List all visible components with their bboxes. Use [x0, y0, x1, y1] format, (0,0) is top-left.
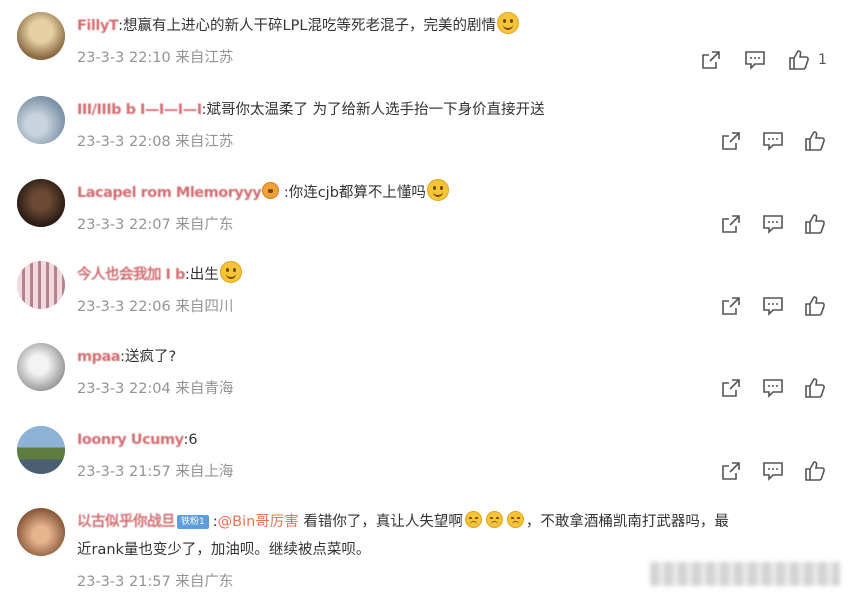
comment-icon[interactable] — [744, 49, 766, 71]
comment-actions — [700, 212, 826, 236]
comment-icon[interactable] — [762, 130, 784, 152]
comment-meta: 23-3-3 21:57 来自广东 — [77, 570, 233, 591]
share-icon[interactable] — [700, 49, 722, 71]
like-count: 1 — [818, 52, 827, 68]
thumbs-up-icon[interactable] — [804, 460, 826, 482]
username-link[interactable]: 以古似乎你战旦 — [77, 514, 176, 530]
blurred-watermark — [650, 562, 840, 586]
avatar[interactable] — [17, 96, 65, 144]
smile-emoji-icon — [496, 12, 519, 34]
share-icon[interactable] — [720, 130, 742, 152]
share-icon[interactable] — [720, 295, 742, 317]
comment-content: Lacapel rom Mlemoryyy :你连cjb都算不上懂吗 — [77, 179, 817, 207]
sad-emoji-icon — [485, 511, 503, 528]
comment-icon[interactable] — [762, 460, 784, 482]
comment-text: 近rank量也变少了，加油呗。继续被点菜呗。 — [77, 542, 371, 558]
username-link[interactable]: FillyT — [77, 18, 119, 34]
comment-content: III/IIIb b I—I—I—I:斌哥你太温柔了 为了给新人选手抬一下身价直… — [77, 96, 817, 124]
username-link[interactable]: mpaa — [77, 349, 121, 365]
timestamp: 23-3-3 22:06 — [77, 299, 171, 315]
comment-icon[interactable] — [762, 295, 784, 317]
comment-actions: 1 — [680, 48, 827, 72]
thumbs-up-icon[interactable] — [804, 377, 826, 399]
avatar[interactable] — [17, 508, 65, 556]
comment-content: 今人也会我加 I b:出生 — [77, 261, 817, 289]
comment-meta: 23-3-3 22:07 来自广东 — [77, 213, 233, 234]
comment-text: :送疯了? — [120, 349, 177, 365]
avatar[interactable] — [17, 343, 65, 391]
thumbs-up-icon[interactable] — [804, 295, 826, 317]
timestamp: 23-3-3 21:57 — [77, 464, 171, 480]
username-link[interactable]: Ioonry Ucumy — [77, 432, 184, 448]
share-icon[interactable] — [720, 213, 742, 235]
comment-meta: 23-3-3 22:04 来自青海 — [77, 377, 233, 398]
comment-list: FillyT:想赢有上进心的新人干碎LPL混吃等死老混子，完美的剧情 23-3-… — [0, 0, 849, 605]
comment-actions — [700, 459, 826, 483]
sad-emoji-icon — [464, 511, 482, 528]
location: 来自广东 — [175, 574, 234, 590]
timestamp: 23-3-3 22:07 — [77, 217, 171, 233]
location: 来自江苏 — [175, 50, 234, 66]
avatar[interactable] — [17, 179, 65, 227]
comment-actions — [700, 294, 826, 318]
comment-content: 以古似乎你战旦 铁粉1:@Bin哥厉害 看错你了，真让人失望啊 ，不敢拿酒桶凯南打武… — [77, 508, 817, 564]
username-link[interactable]: 今人也会我加 I b — [77, 267, 185, 283]
thumbs-up-icon[interactable] — [804, 213, 826, 235]
location: 来自广东 — [175, 217, 234, 233]
comment-actions — [700, 129, 826, 153]
comment-meta: 23-3-3 21:57 来自上海 — [77, 460, 233, 481]
comment-text: :出生 — [184, 267, 219, 283]
thumbs-up-icon[interactable] — [804, 130, 826, 152]
comment-meta: 23-3-3 22:10 来自江苏 — [77, 46, 233, 67]
sad-emoji-icon — [506, 511, 524, 528]
location: 来自四川 — [175, 299, 234, 315]
comment-text: ，不敢拿酒桶凯南打武器吗，最 — [525, 514, 729, 530]
mention-link[interactable]: @Bin哥厉害 — [218, 514, 299, 530]
comment-content: mpaa:送疯了? — [77, 343, 817, 371]
location: 来自青海 — [175, 381, 234, 397]
crown-badge-icon — [262, 182, 280, 199]
username-link[interactable]: III/IIIb b I—I—I—I — [77, 102, 202, 118]
avatar[interactable] — [17, 426, 65, 474]
avatar[interactable] — [17, 261, 65, 309]
avatar[interactable] — [17, 12, 65, 60]
comment-text: :斌哥你太温柔了 为了给新人选手抬一下身价直接开送 — [201, 102, 545, 118]
comment-content: FillyT:想赢有上进心的新人干碎LPL混吃等死老混子，完美的剧情 — [77, 12, 817, 40]
username-link[interactable]: Lacapel rom Mlemoryyy — [77, 185, 262, 201]
comment-icon[interactable] — [762, 377, 784, 399]
comment-icon[interactable] — [762, 213, 784, 235]
comment-meta: 23-3-3 22:08 来自江苏 — [77, 130, 233, 151]
location: 来自上海 — [175, 464, 234, 480]
comment-actions — [700, 376, 826, 400]
comment-meta: 23-3-3 22:06 来自四川 — [77, 295, 233, 316]
share-icon[interactable] — [720, 460, 742, 482]
comment-content: Ioonry Ucumy:6 — [77, 426, 817, 454]
timestamp: 23-3-3 21:57 — [77, 574, 171, 590]
timestamp: 23-3-3 22:08 — [77, 134, 171, 150]
share-icon[interactable] — [720, 377, 742, 399]
location: 来自江苏 — [175, 134, 234, 150]
comment-text: :你连cjb都算不上懂吗 — [279, 185, 426, 201]
grin-emoji-icon — [219, 261, 242, 283]
laugh-emoji-icon — [426, 179, 449, 201]
comment-text: 看错你了，真让人失望啊 — [298, 514, 463, 530]
fan-badge: 铁粉1 — [177, 515, 209, 529]
comment-text: :6 — [183, 432, 198, 448]
timestamp: 23-3-3 22:04 — [77, 381, 171, 397]
comment-text: :想赢有上进心的新人干碎LPL混吃等死老混子，完美的剧情 — [118, 18, 496, 34]
timestamp: 23-3-3 22:10 — [77, 50, 171, 66]
thumbs-up-icon[interactable] — [788, 49, 810, 71]
